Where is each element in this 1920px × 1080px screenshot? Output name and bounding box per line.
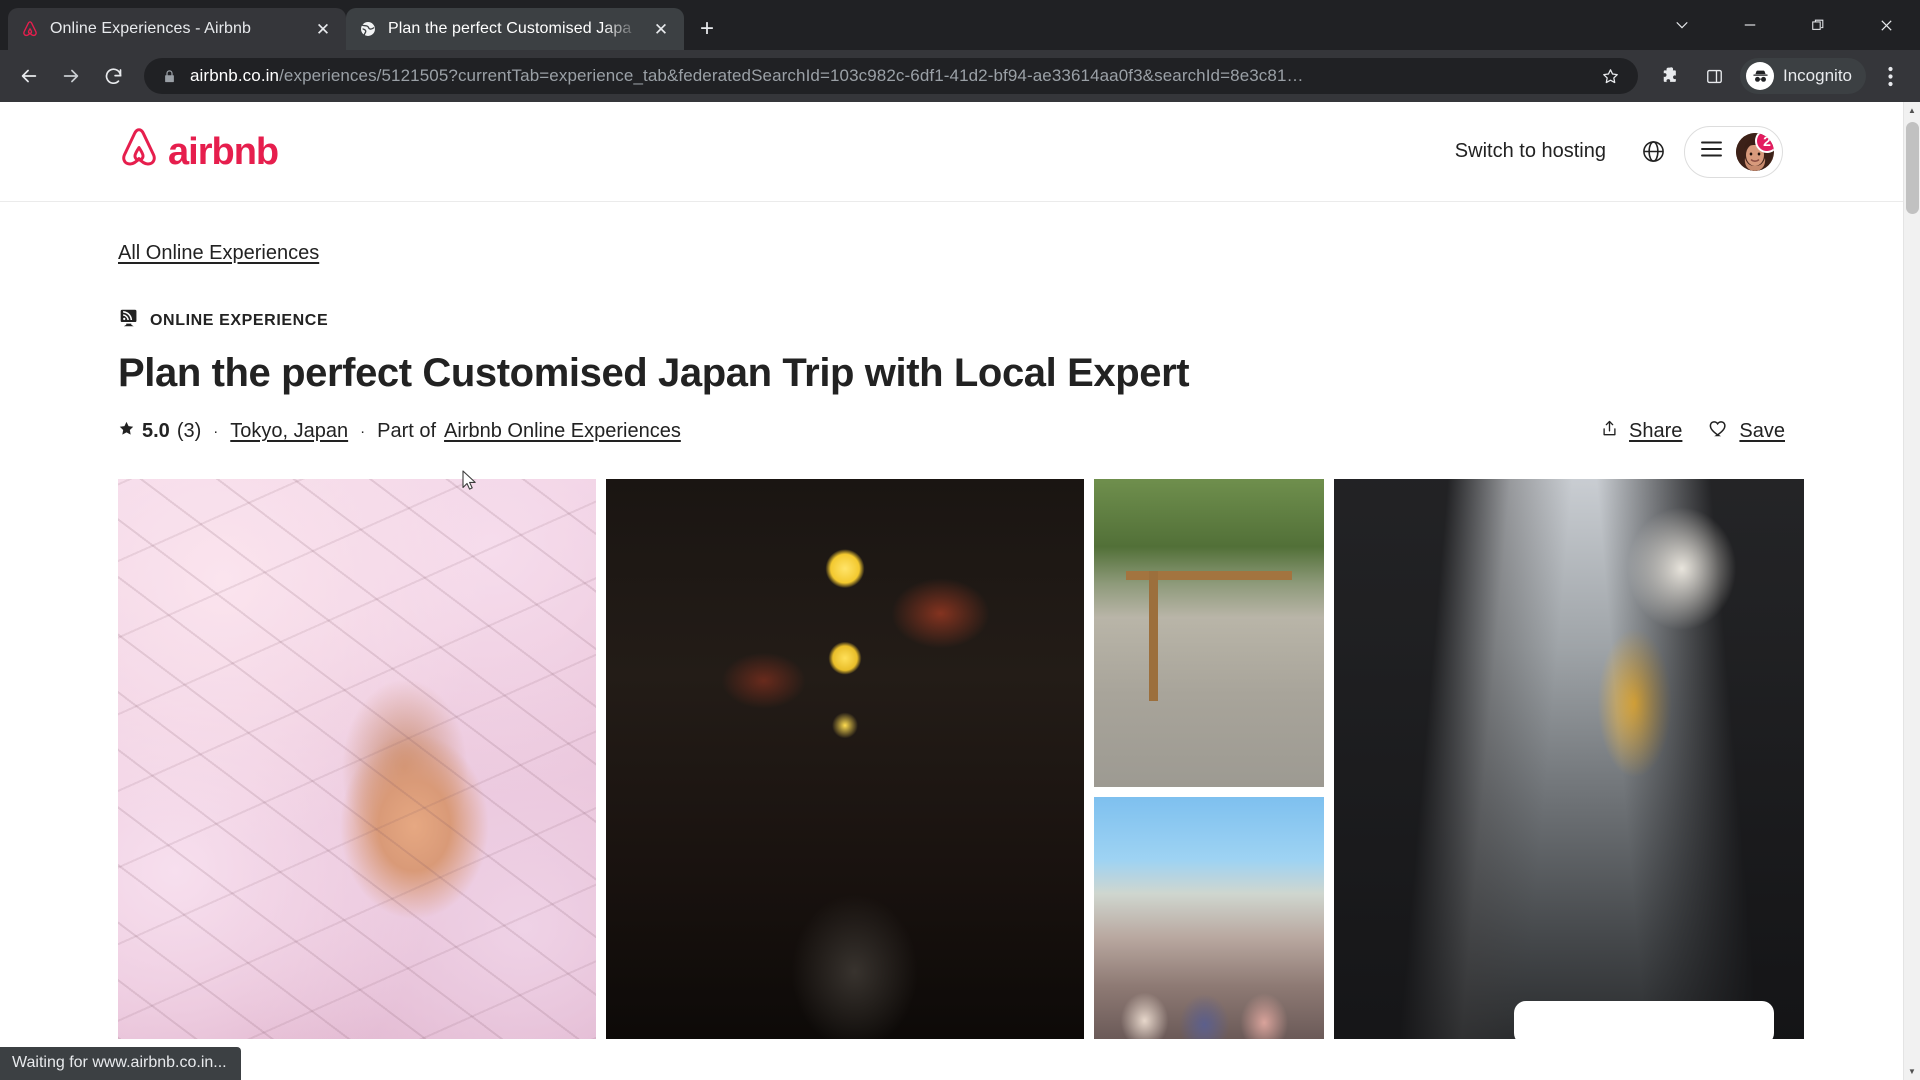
rating-review-count: (3) xyxy=(176,420,202,442)
photo-torii-gate-group[interactable] xyxy=(1094,479,1324,787)
browser-tab-2[interactable]: Plan the perfect Customised Japa ✕ xyxy=(346,8,684,50)
save-button[interactable]: Save xyxy=(1708,418,1785,445)
restore-icon[interactable] xyxy=(1784,0,1852,50)
forward-arrow-icon[interactable] xyxy=(52,57,90,95)
airbnb-bélo-icon xyxy=(118,126,160,177)
profile-menu-button[interactable]: 2 xyxy=(1684,125,1783,178)
separator-dot: · xyxy=(360,423,366,440)
status-bar: Waiting for www.airbnb.co.in... xyxy=(0,1047,241,1080)
window-controls xyxy=(1648,0,1920,50)
mouse-cursor xyxy=(462,470,478,492)
tab-search-chevron-icon[interactable] xyxy=(1648,0,1716,50)
heart-outline-icon xyxy=(1708,418,1729,445)
share-button[interactable]: Share xyxy=(1600,419,1682,444)
experience-content: All Online Experiences ONLINE EXPERIENCE… xyxy=(0,202,1903,1039)
globe-icon[interactable] xyxy=(1630,129,1676,175)
site-header: airbnb Switch to hosting 2 xyxy=(0,102,1903,202)
scroll-up-arrow-icon[interactable]: ▲ xyxy=(1904,102,1920,119)
globe-icon xyxy=(358,19,378,39)
part-of-label: Part of xyxy=(377,420,437,442)
minimize-icon[interactable] xyxy=(1716,0,1784,50)
airbnb-page: airbnb Switch to hosting 2 All Online Ex… xyxy=(0,102,1903,1080)
page-scrollbar[interactable]: ▲ ▼ xyxy=(1903,102,1920,1080)
online-experience-icon xyxy=(118,307,140,334)
url-path: /experiences/5121505?currentTab=experien… xyxy=(279,66,1304,85)
rating-group: 5.0 (3) xyxy=(118,420,201,443)
rating-value: 5.0 xyxy=(142,420,170,442)
part-of-link[interactable]: Airbnb Online Experiences xyxy=(444,420,681,443)
scroll-down-arrow-icon[interactable]: ▼ xyxy=(1904,1063,1920,1080)
browser-toolbar: airbnb.co.in/experiences/5121505?current… xyxy=(0,50,1920,102)
avatar: 2 xyxy=(1736,132,1774,171)
location-link[interactable]: Tokyo, Japan xyxy=(230,420,348,443)
close-icon[interactable]: ✕ xyxy=(312,18,334,40)
scrollbar-thumb[interactable] xyxy=(1906,122,1919,214)
airbnb-logo-text: airbnb xyxy=(168,130,279,173)
photo-temple-street-group[interactable] xyxy=(1094,797,1324,1039)
tab-title: Plan the perfect Customised Japa xyxy=(388,20,632,37)
share-upload-icon xyxy=(1600,419,1619,444)
side-panel-icon[interactable] xyxy=(1694,56,1734,96)
photo-shopping-street[interactable] xyxy=(1334,479,1804,1039)
share-label: Share xyxy=(1629,420,1683,442)
hamburger-menu-icon xyxy=(1701,141,1722,162)
new-tab-button[interactable]: + xyxy=(690,12,724,46)
address-bar[interactable]: airbnb.co.in/experiences/5121505?current… xyxy=(144,58,1638,94)
page-viewport: airbnb Switch to hosting 2 All Online Ex… xyxy=(0,102,1920,1080)
photo-column-stack xyxy=(1094,479,1324,1039)
page-title: Plan the perfect Customised Japan Trip w… xyxy=(118,351,1190,395)
incognito-icon xyxy=(1746,62,1774,90)
three-dot-menu-icon[interactable] xyxy=(1870,56,1910,96)
experience-actions: Share Save xyxy=(1600,418,1785,445)
experience-meta-row: 5.0 (3) · Tokyo, Japan · Part of Airbnb … xyxy=(118,418,1785,445)
airbnb-icon xyxy=(20,19,40,39)
browser-window: Online Experiences - Airbnb ✕ Plan the p… xyxy=(0,0,1920,1080)
reload-icon[interactable] xyxy=(94,57,132,95)
experience-meta-left: 5.0 (3) · Tokyo, Japan · Part of Airbnb … xyxy=(118,420,681,443)
photo-night-alley-lanterns[interactable] xyxy=(606,479,1084,1039)
star-filled-icon xyxy=(118,420,135,443)
gallery-overlay-card xyxy=(1514,1001,1774,1039)
close-icon[interactable]: ✕ xyxy=(650,18,672,40)
incognito-label: Incognito xyxy=(1783,66,1852,85)
save-label: Save xyxy=(1739,420,1785,442)
online-experience-badge: ONLINE EXPERIENCE xyxy=(118,307,1785,334)
photo-gallery xyxy=(118,479,1804,1039)
notification-badge: 2 xyxy=(1755,132,1774,153)
incognito-indicator[interactable]: Incognito xyxy=(1740,58,1866,94)
star-icon[interactable] xyxy=(1594,60,1626,92)
extensions-puzzle-icon[interactable] xyxy=(1650,56,1690,96)
back-arrow-icon[interactable] xyxy=(10,57,48,95)
lock-icon xyxy=(162,69,178,84)
photo-cherry-blossom-portrait[interactable] xyxy=(118,479,596,1039)
switch-to-hosting-button[interactable]: Switch to hosting xyxy=(1439,128,1622,175)
url-host: airbnb.co.in xyxy=(190,66,280,85)
url-text: airbnb.co.in/experiences/5121505?current… xyxy=(190,66,1582,86)
online-experience-label: ONLINE EXPERIENCE xyxy=(150,311,329,329)
separator-dot: · xyxy=(213,423,219,440)
breadcrumb-all-online-experiences[interactable]: All Online Experiences xyxy=(118,242,319,265)
tab-strip: Online Experiences - Airbnb ✕ Plan the p… xyxy=(0,0,1920,50)
browser-tab-1[interactable]: Online Experiences - Airbnb ✕ xyxy=(8,8,346,50)
airbnb-logo[interactable]: airbnb xyxy=(118,126,279,177)
header-right-group: Switch to hosting 2 xyxy=(1439,125,1783,178)
close-icon[interactable] xyxy=(1852,0,1920,50)
tab-title: Online Experiences - Airbnb xyxy=(50,20,252,37)
